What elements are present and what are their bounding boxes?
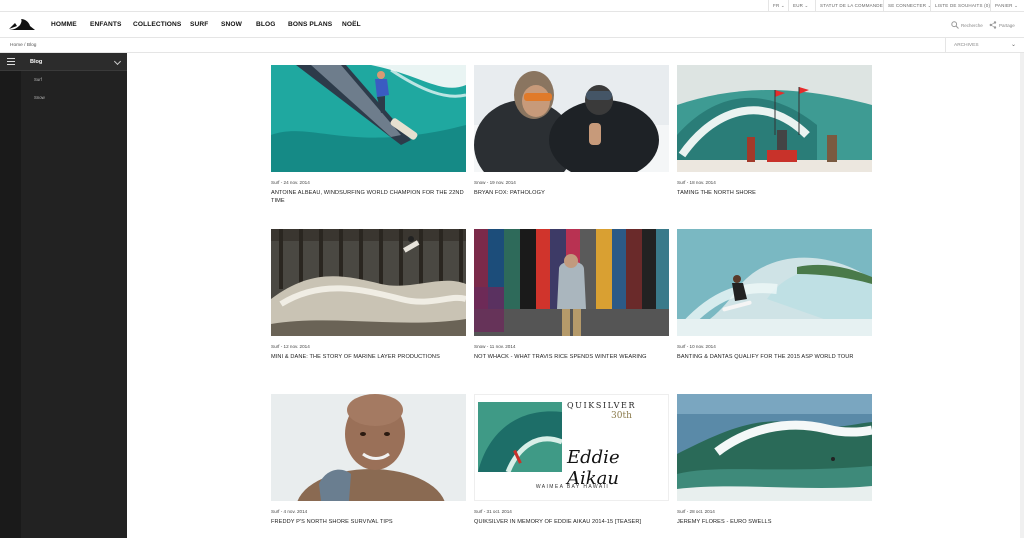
wishlist-link[interactable]: LISTE DE SOUHAITS (0): [930, 0, 994, 12]
currency-label: EUR: [793, 3, 804, 8]
sidebar-rail: [0, 53, 21, 538]
sidebar-item-snow[interactable]: Snow: [34, 95, 45, 100]
blog-sidebar: Blog Surf Snow: [0, 53, 127, 538]
post-image-eddie-aikau-poster[interactable]: QUIKSILVER 30th Eddie Aikau WAIMEA BAY H…: [474, 394, 669, 501]
nav-bons-plans[interactable]: BONS PLANS: [288, 12, 332, 38]
post-meta: Surf - 31 oct. 2014: [474, 509, 669, 514]
sidebar-item-surf[interactable]: Surf: [34, 77, 42, 82]
nav-surf[interactable]: SURF: [190, 12, 208, 38]
post-image-snow-riders[interactable]: [474, 65, 669, 172]
post-date: 4 nov. 2014: [283, 509, 308, 514]
post-title[interactable]: BRYAN FOX: PATHOLOGY: [474, 189, 669, 197]
wave-painting: [478, 402, 562, 472]
breadcrumb-current: Blog: [26, 43, 37, 48]
post-title[interactable]: JEREMY FLORES - EURO SWELLS: [677, 518, 872, 526]
post-date: 10 nov. 2014: [689, 344, 716, 349]
currency-selector[interactable]: EUR ⌄: [788, 0, 813, 12]
blog-card[interactable]: Surf - 12 nov. 2014 MINI & DANE: THE STO…: [271, 229, 466, 361]
cart-link[interactable]: PANIER ⌄: [990, 0, 1022, 12]
promo-event: Eddie Aikau: [567, 447, 620, 489]
breadcrumb-bar: Home / Blog ARCHIVES ⌄: [0, 38, 1024, 53]
post-date: 28 oct. 2014: [689, 509, 715, 514]
blog-card[interactable]: Surf - 18 nov. 2014 TAMING THE NORTH SHO…: [677, 65, 872, 197]
sidebar-title: Blog: [30, 59, 43, 65]
nav-noel[interactable]: NOËL: [342, 12, 361, 38]
post-image-jacket-rack[interactable]: [474, 229, 669, 336]
main-navigation: HOMME ENFANTS COLLECTIONS SURF SNOW BLOG…: [0, 12, 1024, 38]
chevron-down-icon: ⌄: [1010, 42, 1016, 48]
blog-card[interactable]: Surf - 28 oct. 2014 JEREMY FLORES - EURO…: [677, 394, 872, 526]
sidebar-header[interactable]: Blog: [0, 53, 127, 71]
share-label: Partage: [999, 22, 1015, 28]
login-link[interactable]: SE CONNECTER ⌄: [883, 0, 936, 12]
blog-card[interactable]: Snow - 11 nov. 2014 NOT WHACK - WHAT TRA…: [474, 229, 669, 361]
post-meta: Surf - 4 nov. 2014: [271, 509, 466, 514]
order-status-link[interactable]: STATUT DE LA COMMANDE: [815, 0, 887, 12]
blog-card[interactable]: Surf - 10 nov. 2014 BANTING & DANTAS QUA…: [677, 229, 872, 361]
page-scrollbar[interactable]: [1020, 53, 1024, 538]
quiksilver-logo[interactable]: [7, 16, 36, 32]
nav-snow[interactable]: SNOW: [221, 12, 242, 38]
post-date: 24 nov. 2014: [283, 180, 310, 185]
hamburger-icon[interactable]: [7, 58, 15, 65]
breadcrumb: Home / Blog: [10, 38, 36, 53]
post-meta: Surf - 18 nov. 2014: [677, 180, 872, 185]
post-title[interactable]: NOT WHACK - WHAT TRAVIS RICE SPENDS WINT…: [474, 353, 669, 361]
post-image-pier-surf[interactable]: [271, 229, 466, 336]
nav-blog[interactable]: BLOG: [256, 12, 275, 38]
post-meta: Surf - 28 oct. 2014: [677, 509, 872, 514]
language-label: FR: [773, 3, 780, 8]
post-category[interactable]: Snow: [474, 180, 486, 185]
post-title[interactable]: TAMING THE NORTH SHORE: [677, 189, 872, 197]
post-title[interactable]: FREDDY P'S NORTH SHORE SURVIVAL TIPS: [271, 518, 466, 526]
post-meta: Snow - 19 nov. 2014: [474, 180, 669, 185]
promo-anniversary: 30th: [611, 411, 632, 421]
archives-label: ARCHIVES: [954, 43, 979, 48]
post-image-windsurf[interactable]: [271, 65, 466, 172]
archives-dropdown[interactable]: ARCHIVES ⌄: [945, 38, 1024, 53]
post-category[interactable]: Snow: [474, 344, 486, 349]
post-title[interactable]: ANTOINE ALBEAU, WINDSURFING WORLD CHAMPI…: [271, 189, 466, 205]
post-date: 11 nov. 2014: [489, 344, 516, 349]
login-label: SE CONNECTER: [888, 3, 927, 8]
blog-grid: Surf - 24 nov. 2014 ANTOINE ALBEAU, WIND…: [127, 53, 1024, 538]
share-button[interactable]: Partage: [989, 19, 1015, 31]
breadcrumb-separator: /: [24, 43, 26, 48]
post-title[interactable]: QUIKSILVER IN MEMORY OF EDDIE AIKAU 2014…: [474, 518, 669, 526]
cart-label: PANIER: [995, 3, 1013, 8]
chevron-down-icon[interactable]: [113, 57, 122, 66]
post-date: 31 oct. 2014: [486, 509, 512, 514]
blog-card[interactable]: Surf - 4 nov. 2014 FREDDY P'S NORTH SHOR…: [271, 394, 466, 526]
promo-brand: QUIKSILVER: [567, 401, 637, 410]
search-label: Recherche: [961, 22, 983, 28]
blog-card[interactable]: QUIKSILVER 30th Eddie Aikau WAIMEA BAY H…: [474, 394, 669, 526]
share-icon: [989, 21, 997, 29]
post-date: 12 nov. 2014: [283, 344, 310, 349]
search-button[interactable]: Recherche: [951, 19, 983, 31]
nav-homme[interactable]: HOMME: [51, 12, 77, 38]
search-icon: [951, 21, 959, 29]
promo-location: WAIMEA BAY HAWAII: [535, 484, 610, 490]
post-meta: Surf - 24 nov. 2014: [271, 180, 466, 185]
post-image-barrel[interactable]: [677, 229, 872, 336]
language-selector[interactable]: FR ⌄: [768, 0, 789, 12]
post-meta: Surf - 10 nov. 2014: [677, 344, 872, 349]
blog-card[interactable]: Snow - 19 nov. 2014 BRYAN FOX: PATHOLOGY: [474, 65, 669, 197]
blog-card[interactable]: Surf - 24 nov. 2014 ANTOINE ALBEAU, WIND…: [271, 65, 466, 205]
post-meta: Surf - 12 nov. 2014: [271, 344, 466, 349]
post-image-portrait[interactable]: [271, 394, 466, 501]
post-meta: Snow - 11 nov. 2014: [474, 344, 669, 349]
post-title[interactable]: BANTING & DANTAS QUALIFY FOR THE 2015 AS…: [677, 353, 872, 361]
post-date: 19 nov. 2014: [489, 180, 516, 185]
breadcrumb-home[interactable]: Home: [10, 43, 23, 48]
nav-enfants[interactable]: ENFANTS: [90, 12, 121, 38]
post-date: 18 nov. 2014: [689, 180, 716, 185]
utility-bar: FR ⌄ EUR ⌄ STATUT DE LA COMMANDE SE CONN…: [0, 0, 1024, 12]
post-title[interactable]: MINI & DANE: THE STORY OF MARINE LAYER P…: [271, 353, 466, 361]
post-image-euro-swells[interactable]: [677, 394, 872, 501]
post-image-north-shore[interactable]: [677, 65, 872, 172]
nav-collections[interactable]: COLLECTIONS: [133, 12, 181, 38]
